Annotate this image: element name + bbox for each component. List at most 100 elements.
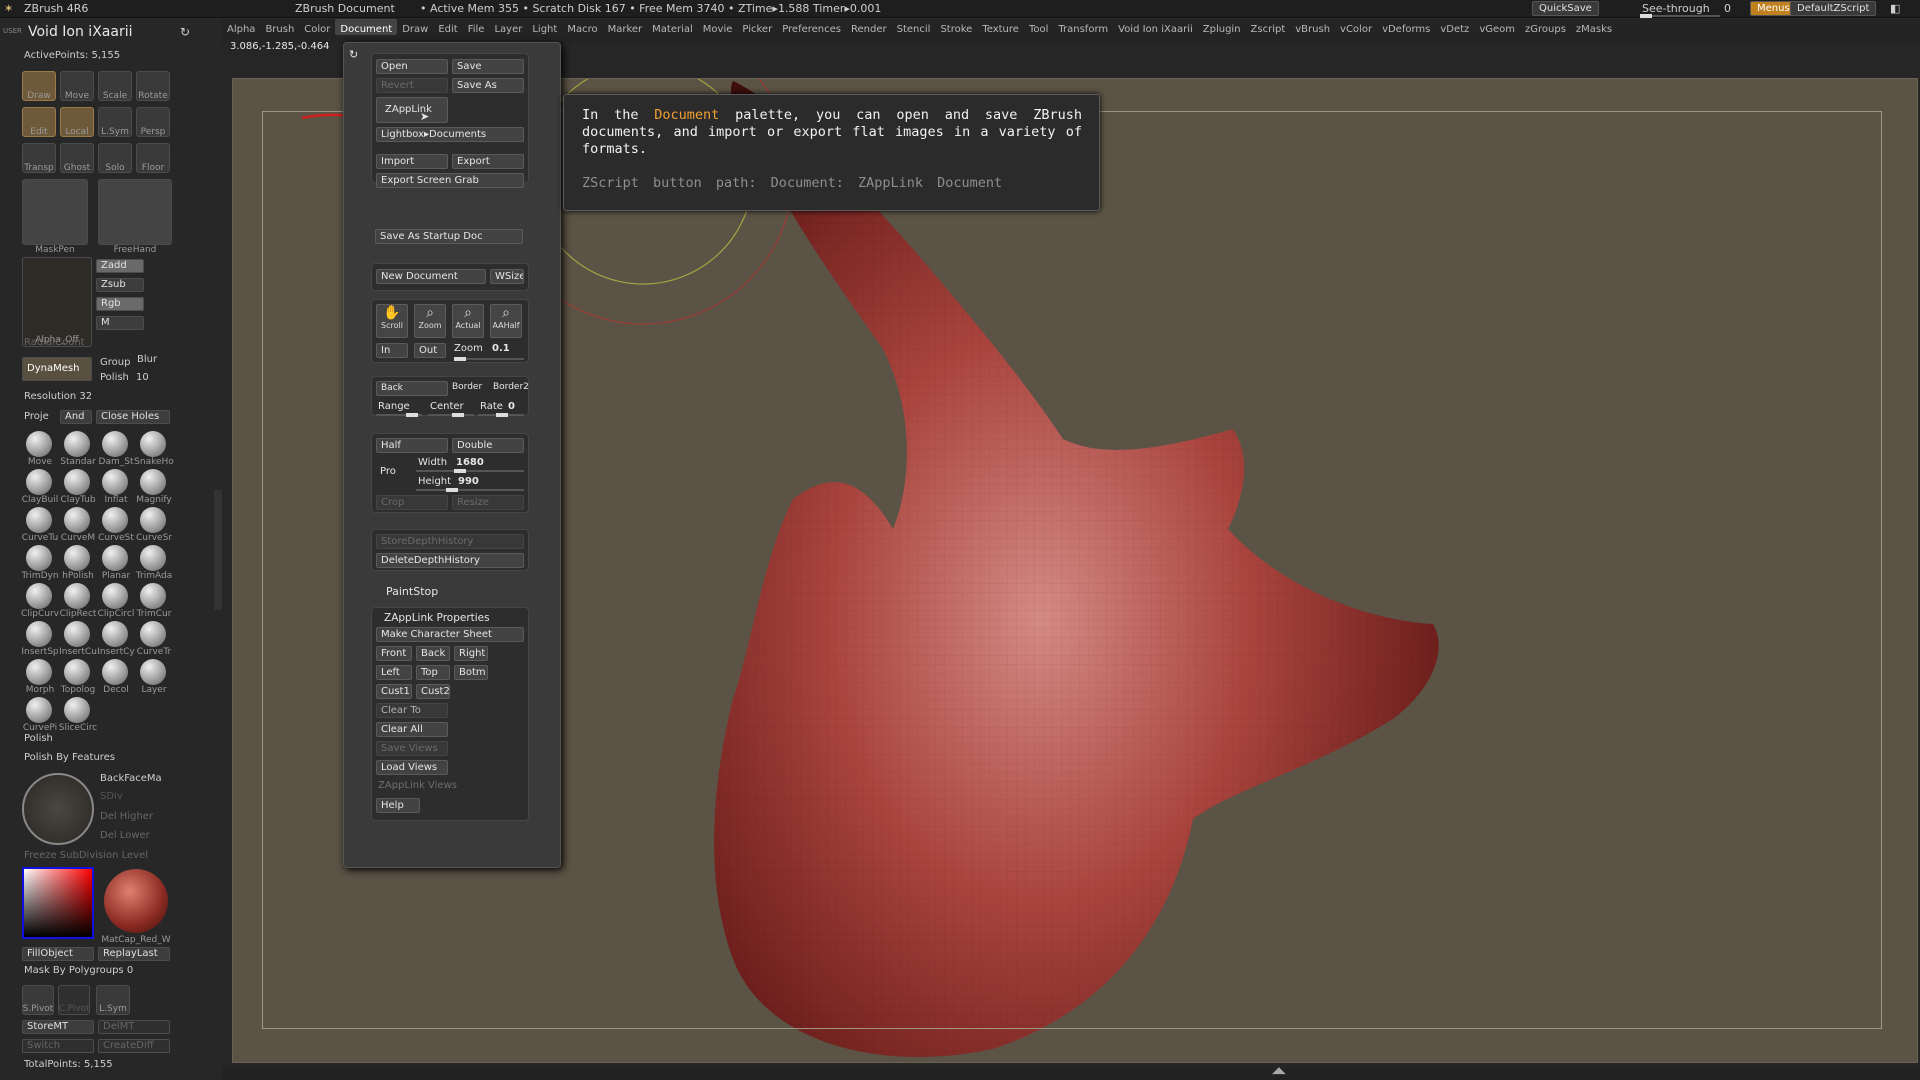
aahalf-button[interactable]: ⌕ AAHalf [490, 304, 522, 338]
store-mt-button[interactable]: StoreMT [22, 1020, 94, 1034]
brush-slicecirc-button[interactable] [64, 697, 90, 723]
wsize-button[interactable]: WSize [490, 269, 524, 284]
quicksave-button[interactable]: QuickSave [1532, 1, 1599, 16]
close-holes-button[interactable]: Close Holes [96, 410, 170, 424]
brush-trimada-button[interactable] [140, 545, 166, 571]
menu-vdeforms[interactable]: vDeforms [1377, 19, 1435, 35]
and-button[interactable]: And [60, 410, 92, 424]
range-slider[interactable] [376, 413, 422, 417]
brush-layer-button[interactable] [140, 659, 166, 685]
menu-transform[interactable]: Transform [1053, 19, 1113, 35]
shelf-collapse-handle[interactable] [214, 490, 222, 610]
brush-curvetu-button[interactable] [26, 507, 52, 533]
revert-button[interactable]: Revert [376, 78, 448, 93]
create-diff-button[interactable]: CreateDiff [98, 1039, 170, 1053]
brush-dam-st-button[interactable] [102, 431, 128, 457]
scroll-button[interactable]: ✋ Scroll [376, 304, 408, 338]
brush-claytub-button[interactable] [64, 469, 90, 495]
brush-decol-button[interactable] [102, 659, 128, 685]
menu-vgeom[interactable]: vGeom [1474, 19, 1520, 35]
backface-mask-toggle[interactable]: BackFaceMa [100, 773, 162, 784]
open-button[interactable]: Open [376, 59, 448, 74]
double-button[interactable]: Double [452, 438, 524, 453]
left-view-button[interactable]: Left [376, 665, 412, 680]
del-lower-button[interactable]: Del Lower [100, 830, 150, 841]
brush-trimcur-button[interactable] [140, 583, 166, 609]
make-character-sheet-button[interactable]: Make Character Sheet [376, 627, 524, 642]
brush-curvest-button[interactable] [102, 507, 128, 533]
menu-picker[interactable]: Picker [737, 19, 777, 35]
brush-morph-button[interactable] [26, 659, 52, 685]
menu-zplugin[interactable]: Zplugin [1198, 19, 1246, 35]
right-view-button[interactable]: Right [454, 646, 488, 661]
del-higher-button[interactable]: Del Higher [100, 811, 153, 822]
menu-movie[interactable]: Movie [698, 19, 738, 35]
menu-void-ion-ixaarii[interactable]: Void Ion iXaarii [1113, 19, 1198, 35]
zapplink-views-button[interactable]: ZAppLink Views [378, 780, 457, 791]
back-view-button[interactable]: Back [416, 646, 450, 661]
menu-color[interactable]: Color [299, 19, 335, 35]
zsub-button[interactable]: Zsub [96, 278, 144, 292]
brush-clipcurv-button[interactable] [26, 583, 52, 609]
brush-magnify-button[interactable] [140, 469, 166, 495]
menu-render[interactable]: Render [846, 19, 892, 35]
store-depth-history-button[interactable]: StoreDepthHistory [376, 534, 524, 549]
blur-slider[interactable]: Blur [137, 354, 157, 365]
actual-button[interactable]: ⌕ Actual [452, 304, 484, 338]
group-toggle[interactable]: Group [100, 357, 130, 368]
menu-stroke[interactable]: Stroke [935, 19, 977, 35]
menu-vcolor[interactable]: vColor [1335, 19, 1377, 35]
center-slider[interactable] [428, 413, 474, 417]
menu-light[interactable]: Light [527, 19, 562, 35]
maskpen-brush-button[interactable] [22, 179, 88, 245]
zapplink-button[interactable]: ZAppLink [376, 97, 448, 123]
import-button[interactable]: Import [376, 154, 448, 169]
replay-last-button[interactable]: ReplayLast [98, 947, 170, 961]
menu-zmasks[interactable]: zMasks [1571, 19, 1617, 35]
brush-inflat-button[interactable] [102, 469, 128, 495]
rotation-gizmo-icon[interactable] [22, 773, 94, 845]
custom1-view-button[interactable]: Cust1 [376, 684, 412, 699]
resize-button[interactable]: Resize [452, 495, 524, 510]
brush-trimdyn-button[interactable] [26, 545, 52, 571]
menu-stencil[interactable]: Stencil [892, 19, 936, 35]
menu-texture[interactable]: Texture [977, 19, 1024, 35]
matcap-red-wax-swatch[interactable] [104, 869, 168, 933]
dynamesh-button[interactable]: DynaMesh [22, 357, 92, 381]
menu-vbrush[interactable]: vBrush [1290, 19, 1335, 35]
clear-all-button[interactable]: Clear All [376, 722, 448, 737]
switch-button[interactable]: Switch [22, 1039, 94, 1053]
menu-preferences[interactable]: Preferences [777, 19, 846, 35]
menu-marker[interactable]: Marker [603, 19, 648, 35]
menu-alpha[interactable]: Alpha [222, 19, 260, 35]
menu-file[interactable]: File [463, 19, 490, 35]
width-slider[interactable] [416, 469, 524, 473]
menu-layer[interactable]: Layer [489, 19, 527, 35]
front-view-button[interactable]: Front [376, 646, 412, 661]
save-views-button[interactable]: Save Views [376, 741, 448, 756]
custom2-view-button[interactable]: Cust2 [416, 684, 450, 699]
zoom-out-button[interactable]: Out [414, 343, 446, 358]
brush-snakeho-button[interactable] [140, 431, 166, 457]
brush-planar-button[interactable] [102, 545, 128, 571]
menu-document[interactable]: Document [335, 19, 398, 35]
load-views-button[interactable]: Load Views [376, 760, 448, 775]
alpha-slot-button[interactable] [22, 257, 92, 347]
brush-curvetr-button[interactable] [140, 621, 166, 647]
half-button[interactable]: Half [376, 438, 448, 453]
brush-insertcu-button[interactable] [64, 621, 90, 647]
menu-zscript[interactable]: Zscript [1246, 19, 1291, 35]
crop-button[interactable]: Crop [376, 495, 448, 510]
brush-insertcy-button[interactable] [102, 621, 128, 647]
del-mt-button[interactable]: DelMT [98, 1020, 170, 1034]
zadd-button[interactable]: Zadd [96, 259, 144, 273]
new-document-button[interactable]: New Document [376, 269, 486, 284]
paintstop-item[interactable]: PaintStop [386, 585, 438, 598]
polish-toggle[interactable]: Polish [24, 733, 53, 744]
save-button[interactable]: Save [452, 59, 524, 74]
menu-tool[interactable]: Tool [1024, 19, 1053, 35]
clear-to-button[interactable]: Clear To [376, 703, 448, 718]
lightbox-documents-button[interactable]: Lightbox▸Documents [376, 127, 524, 142]
border-button[interactable]: Border [452, 382, 482, 392]
menu-brush[interactable]: Brush [260, 19, 299, 35]
